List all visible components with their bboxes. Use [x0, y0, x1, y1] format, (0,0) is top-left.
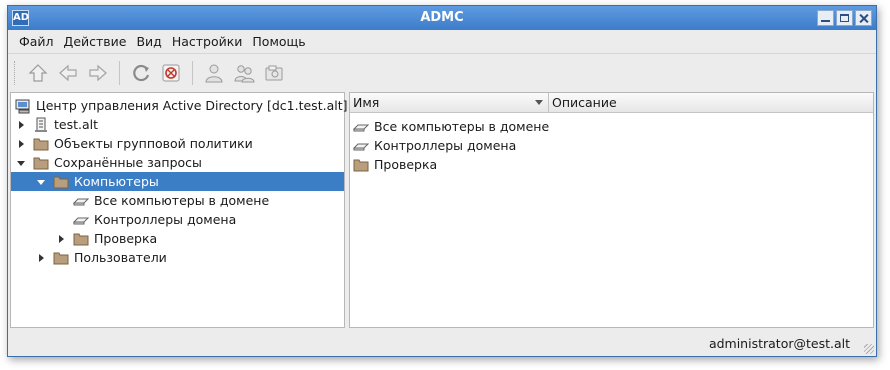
status-bar: administrator@test.alt [8, 331, 876, 356]
title-bar[interactable]: AD ADMC [8, 6, 876, 30]
list-item[interactable]: Проверка [350, 155, 873, 174]
results-list[interactable]: Имя Описание Все компьютеры в домене Кон… [349, 92, 874, 328]
close-button[interactable] [855, 10, 872, 26]
stop-icon [162, 64, 180, 81]
tree-item-label: Пользователи [74, 250, 167, 265]
menu-help[interactable]: Помощь [247, 34, 310, 49]
list-header: Имя Описание [350, 93, 873, 113]
user-icon [205, 64, 223, 82]
main-window: AD ADMC Файл Действие Вид Настройки Помо… [7, 5, 877, 357]
menu-view[interactable]: Вид [131, 34, 166, 49]
tree-item-saved-queries[interactable]: Сохранённые запросы [11, 153, 344, 172]
up-icon [28, 63, 48, 82]
column-header-name[interactable]: Имя [350, 93, 549, 113]
list-item-label: Все компьютеры в домене [374, 119, 550, 134]
console-tree[interactable]: Центр управления Active Directory [dc1.t… [10, 92, 348, 328]
size-grip[interactable] [864, 344, 874, 354]
list-item[interactable]: Контроллеры домена [350, 136, 873, 155]
tree-item-users[interactable]: Пользователи [11, 248, 344, 267]
folder-icon [73, 233, 89, 245]
create-user-button[interactable] [201, 60, 227, 86]
tree-item-label: Центр управления Active Directory [dc1.t… [36, 98, 348, 113]
tree-item-domain-controllers[interactable]: Контроллеры домена [11, 210, 344, 229]
computer-icon [265, 65, 283, 80]
toolbar-separator [119, 60, 120, 85]
tree-item-computers[interactable]: Компьютеры [11, 172, 344, 191]
tree-item-root[interactable]: Центр управления Active Directory [dc1.t… [11, 96, 348, 115]
create-group-button[interactable] [231, 60, 257, 86]
minimize-button[interactable] [817, 10, 834, 26]
back-button[interactable] [55, 60, 81, 86]
menu-settings[interactable]: Настройки [167, 34, 248, 49]
tree-item-check[interactable]: Проверка [11, 229, 344, 248]
list-item-label: Контроллеры домена [374, 138, 517, 153]
back-icon [59, 64, 77, 81]
folder-icon [33, 138, 49, 150]
forward-button[interactable] [85, 60, 111, 86]
toolbar [8, 53, 876, 91]
stop-button[interactable] [158, 60, 184, 86]
query-icon [353, 124, 369, 131]
group-icon [234, 64, 255, 82]
collapse-arrow-icon[interactable] [17, 158, 27, 168]
toolbar-grip[interactable] [14, 60, 17, 85]
tree-item-label: Все компьютеры в домене [94, 193, 270, 208]
tree-item-domain[interactable]: test.alt [11, 115, 344, 134]
expand-arrow-icon[interactable] [17, 139, 27, 149]
query-icon [73, 198, 89, 205]
tree-item-label: test.alt [54, 117, 99, 132]
up-button[interactable] [25, 60, 51, 86]
list-item-label: Проверка [374, 157, 438, 172]
column-header-description[interactable]: Описание [549, 93, 617, 113]
forward-icon [89, 64, 107, 81]
toolbar-separator [192, 60, 193, 85]
expand-arrow-icon[interactable] [17, 120, 27, 130]
console-icon [15, 99, 30, 113]
menu-bar: Файл Действие Вид Настройки Помощь [8, 30, 876, 53]
tree-item-gpo[interactable]: Объекты групповой политики [11, 134, 344, 153]
tree-item-label: Объекты групповой политики [54, 136, 253, 151]
window-title: ADMC [420, 10, 464, 25]
status-user: administrator@test.alt [708, 336, 850, 351]
column-header-name-label: Имя [353, 95, 380, 110]
folder-icon [353, 159, 369, 171]
menu-file[interactable]: Файл [14, 34, 59, 49]
list-item[interactable]: Все компьютеры в домене [350, 117, 873, 136]
tree-item-label: Контроллеры домена [94, 212, 237, 227]
folder-icon [53, 252, 69, 264]
tree-item-label: Сохранённые запросы [54, 155, 202, 170]
tree-item-all-computers[interactable]: Все компьютеры в домене [11, 191, 344, 210]
tree-item-label: Проверка [94, 231, 158, 246]
folder-icon [53, 176, 69, 188]
menu-action[interactable]: Действие [59, 34, 132, 49]
refresh-icon [133, 64, 150, 81]
tree-item-label: Компьютеры [74, 174, 159, 189]
domain-icon [35, 117, 47, 132]
folder-icon [33, 157, 49, 169]
collapse-arrow-icon[interactable] [37, 177, 47, 187]
expand-arrow-icon[interactable] [57, 234, 67, 244]
refresh-button[interactable] [128, 60, 154, 86]
query-icon [73, 217, 89, 224]
create-computer-button[interactable] [261, 60, 287, 86]
expand-arrow-icon[interactable] [37, 253, 47, 263]
maximize-button[interactable] [836, 10, 853, 26]
query-icon [353, 143, 369, 150]
